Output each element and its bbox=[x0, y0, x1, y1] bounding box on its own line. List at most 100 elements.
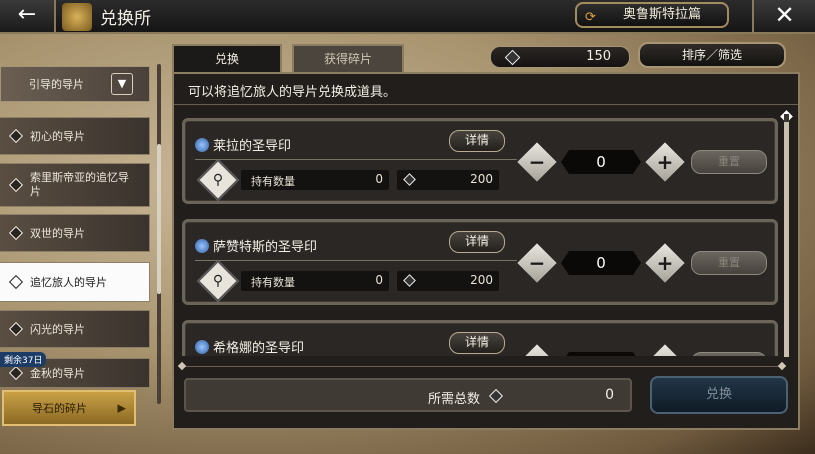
tab-obtain-fragments[interactable]: 获得碎片 bbox=[292, 44, 404, 72]
cost-display: 200 bbox=[397, 271, 499, 291]
divider bbox=[182, 366, 782, 367]
total-label: 所需总数 bbox=[428, 392, 481, 407]
item-name: 萨赞特斯的圣导印 bbox=[213, 240, 318, 255]
arrow-left-icon: ← bbox=[17, 2, 37, 27]
diamond-icon bbox=[8, 365, 24, 381]
sidebar-item-label: 导石的碎片 bbox=[32, 402, 87, 415]
top-bar: ← 兑换所 ⟳ 奥鲁斯特拉篇 ✕ bbox=[0, 0, 815, 34]
sidebar-item-sparkle[interactable]: 闪光的导片 bbox=[0, 310, 150, 348]
sidebar-item-label: 金秋的导片 bbox=[30, 367, 85, 380]
reset-button[interactable]: 重置 bbox=[691, 251, 767, 275]
list-item: 莱拉的圣导印 详情 ⚲ 持有数量 0 200 − 0 + 重置 bbox=[182, 118, 778, 204]
item-list: 莱拉的圣导印 详情 ⚲ 持有数量 0 200 − 0 + 重置 萨赞特斯的圣导印… bbox=[174, 106, 782, 356]
quantity-value: 0 bbox=[561, 150, 641, 174]
sidebar-scrollbar[interactable] bbox=[157, 64, 161, 404]
list-item: 希格娜的圣导印 详情 − + bbox=[182, 320, 778, 356]
reset-button[interactable] bbox=[691, 352, 767, 356]
quantity-value: 0 bbox=[561, 251, 641, 275]
sidebar-item-label: 双世的导片 bbox=[30, 227, 85, 240]
plus-icon: + bbox=[656, 150, 674, 174]
quantity-value bbox=[561, 352, 641, 356]
close-icon: ✕ bbox=[774, 1, 795, 29]
fragment-icon bbox=[403, 173, 416, 186]
inspect-button[interactable]: ⚲ bbox=[196, 158, 240, 202]
sidebar-item-memory-traveler[interactable]: 追忆旅人的导片 bbox=[0, 262, 150, 302]
scroll-thumb[interactable] bbox=[157, 144, 161, 294]
seal-icon bbox=[195, 239, 209, 253]
currency-display: 150 bbox=[490, 46, 630, 68]
sidebar-item-label: 初心的导片 bbox=[30, 130, 85, 143]
holding-count: 持有数量 0 bbox=[241, 170, 389, 190]
divider bbox=[195, 260, 520, 261]
chapter-select-button[interactable]: ⟳ 奥鲁斯特拉篇 bbox=[575, 2, 729, 28]
increase-button[interactable]: + bbox=[642, 139, 688, 185]
diamond-icon bbox=[8, 177, 24, 193]
back-button[interactable]: ← bbox=[0, 0, 56, 32]
fragment-icon bbox=[403, 274, 416, 287]
info-text: 可以将追忆旅人的导片兑换成道具。 bbox=[188, 85, 397, 100]
sort-filter-button[interactable]: 排序／筛选 bbox=[638, 42, 786, 68]
plus-icon: + bbox=[656, 251, 674, 275]
diamond-icon bbox=[8, 128, 24, 144]
sidebar-item-label: 引导的导片 bbox=[29, 78, 84, 91]
seal-icon bbox=[195, 340, 209, 354]
reset-button[interactable]: 重置 bbox=[691, 150, 767, 174]
holding-label: 持有数量 bbox=[251, 276, 295, 289]
chevron-right-icon: ▶ bbox=[117, 401, 126, 415]
decrease-button[interactable]: − bbox=[514, 341, 560, 356]
details-button[interactable]: 详情 bbox=[449, 231, 505, 253]
seal-icon bbox=[195, 138, 209, 152]
page-title: 兑换所 bbox=[100, 9, 151, 29]
sidebar-item-label: 追忆旅人的导片 bbox=[30, 276, 107, 289]
sidebar-item-guide-stone-fragment[interactable]: 导石的碎片 ▶ bbox=[2, 390, 136, 426]
sidebar-item-label: 闪光的导片 bbox=[30, 323, 85, 336]
list-scrollbar[interactable] bbox=[784, 114, 789, 357]
minus-icon: − bbox=[528, 251, 546, 275]
currency-value: 150 bbox=[586, 49, 611, 64]
cost-value: 200 bbox=[470, 172, 493, 186]
holding-value: 0 bbox=[375, 273, 383, 287]
magnifier-icon: ⚲ bbox=[212, 273, 224, 289]
chapter-label: 奥鲁斯特拉篇 bbox=[622, 7, 701, 22]
sidebar-item-two-worlds[interactable]: 双世的导片 bbox=[0, 214, 150, 252]
increase-button[interactable]: + bbox=[642, 341, 688, 356]
item-name: 莱拉的圣导印 bbox=[213, 139, 292, 154]
plus-icon: + bbox=[657, 352, 674, 356]
cost-display: 200 bbox=[397, 170, 499, 190]
total-required: 所需总数 0 bbox=[184, 378, 632, 412]
exchange-button[interactable]: 兑换 bbox=[650, 376, 788, 414]
decrease-button[interactable]: − bbox=[514, 139, 560, 185]
increase-button[interactable]: + bbox=[642, 240, 688, 286]
remaining-days-badge: 剩余37日 bbox=[0, 352, 47, 367]
item-name: 希格娜的圣导印 bbox=[213, 341, 305, 356]
scroll-thumb[interactable] bbox=[784, 122, 789, 357]
diamond-icon bbox=[8, 225, 24, 241]
refresh-icon: ⟳ bbox=[585, 10, 596, 25]
diamond-icon bbox=[8, 274, 24, 290]
fragment-icon bbox=[504, 49, 521, 66]
details-button[interactable]: 详情 bbox=[449, 130, 505, 152]
divider bbox=[195, 159, 520, 160]
close-button[interactable]: ✕ bbox=[752, 0, 815, 32]
sidebar-item-beginner[interactable]: 初心的导片 bbox=[0, 117, 150, 155]
details-button[interactable]: 详情 bbox=[449, 332, 505, 354]
holding-count: 持有数量 0 bbox=[241, 271, 389, 291]
holding-label: 持有数量 bbox=[251, 175, 295, 188]
diamond-icon bbox=[8, 321, 24, 337]
fragment-icon bbox=[488, 388, 504, 404]
chevron-down-icon[interactable]: ▼ bbox=[111, 73, 133, 95]
divider bbox=[174, 104, 798, 105]
inspect-button[interactable]: ⚲ bbox=[196, 259, 240, 303]
sidebar-item-solistia[interactable]: 索里斯帝亚的追忆导片 bbox=[0, 163, 150, 207]
holding-value: 0 bbox=[375, 172, 383, 186]
decrease-button[interactable]: − bbox=[514, 240, 560, 286]
shop-emblem-icon bbox=[62, 3, 92, 31]
tab-exchange[interactable]: 兑换 bbox=[172, 44, 282, 72]
minus-icon: − bbox=[529, 352, 546, 356]
cost-value: 200 bbox=[470, 273, 493, 287]
list-item: 萨赞特斯的圣导印 详情 ⚲ 持有数量 0 200 − 0 + 重置 bbox=[182, 219, 778, 305]
minus-icon: − bbox=[528, 150, 546, 174]
magnifier-icon: ⚲ bbox=[212, 172, 224, 188]
sidebar-item-guide-group[interactable]: 引导的导片 ▼ bbox=[0, 66, 150, 102]
total-value: 0 bbox=[605, 387, 614, 403]
